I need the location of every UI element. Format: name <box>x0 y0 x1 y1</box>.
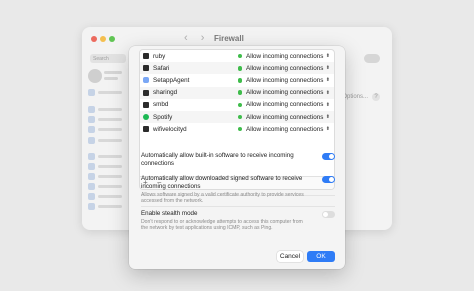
help-button[interactable]: ? <box>372 93 380 101</box>
account-detail-placeholder <box>104 77 118 80</box>
terminal-icon <box>143 65 149 72</box>
back-chevron-icon[interactable]: ‹ <box>184 32 188 44</box>
setting-stealth-title: Enable stealth mode <box>141 210 198 217</box>
divider <box>141 206 335 207</box>
app-row[interactable]: SetappAgent Allow incoming connections ⬍ <box>140 74 334 86</box>
setting-builtin-title: Automatically allow built-in software to… <box>141 152 294 167</box>
setting-signed-software: Automatically allow downloaded signed so… <box>141 175 335 205</box>
connection-select[interactable]: Allow incoming connections ⬍ <box>246 53 330 60</box>
window-title: Firewall <box>214 34 244 43</box>
forward-chevron-icon[interactable]: › <box>201 32 205 44</box>
navigation-arrows: ‹ › <box>184 32 214 44</box>
sidebar-item[interactable] <box>88 193 126 200</box>
status-dot-icon <box>237 126 242 132</box>
zoom-window-button[interactable] <box>109 36 115 42</box>
connection-select[interactable]: Allow incoming connections ⬍ <box>246 65 330 72</box>
sidebar-search-input[interactable]: Search <box>90 54 126 63</box>
signed-software-toggle[interactable] <box>322 176 335 183</box>
setting-stealth-description: Don't respond to or acknowledge attempts… <box>141 219 303 232</box>
terminal-icon <box>143 89 149 96</box>
sidebar-item[interactable] <box>88 183 126 190</box>
sidebar-item[interactable] <box>88 89 126 96</box>
stealth-mode-toggle[interactable] <box>322 211 335 218</box>
terminal-icon <box>143 126 149 133</box>
setting-signed-title: Automatically allow downloaded signed so… <box>141 175 303 190</box>
options-button[interactable]: Options... <box>342 94 368 100</box>
updown-chevron-icon: ⬍ <box>325 89 330 96</box>
app-row[interactable]: Safari Allow incoming connections ⬍ <box>140 62 334 75</box>
sidebar-item[interactable] <box>88 203 126 210</box>
connection-select-value: Allow incoming connections <box>246 64 324 72</box>
connection-select[interactable]: Allow incoming connections ⬍ <box>246 89 330 96</box>
terminal-icon <box>143 101 149 108</box>
app-name: Spotify <box>153 113 173 121</box>
firewall-toggle[interactable] <box>364 54 380 63</box>
status-dot-icon <box>237 53 242 59</box>
account-name-placeholder <box>104 71 122 74</box>
minimize-window-button[interactable] <box>100 36 106 42</box>
setapp-icon <box>143 77 149 84</box>
close-window-button[interactable] <box>91 36 97 42</box>
updown-chevron-icon: ⬍ <box>325 53 330 60</box>
app-row[interactable]: sharingd Allow incoming connections ⬍ <box>140 86 334 99</box>
status-dot-icon <box>237 90 242 95</box>
updown-chevron-icon: ⬍ <box>325 126 330 133</box>
connection-select-value: Allow incoming connections <box>246 76 324 84</box>
status-dot-icon <box>237 114 242 120</box>
setting-stealth-mode: Enable stealth mode Don't respond to or … <box>141 210 335 232</box>
connection-select-value: Allow incoming connections <box>246 89 324 97</box>
status-dot-icon <box>237 78 242 83</box>
cancel-button[interactable]: Cancel <box>277 251 303 262</box>
app-row[interactable]: ruby Allow incoming connections ⬍ <box>140 50 334 62</box>
app-row[interactable]: Spotify Allow incoming connections ⬍ <box>140 110 334 124</box>
avatar[interactable] <box>88 69 102 83</box>
sidebar-item[interactable] <box>88 106 126 113</box>
connection-select-value: Allow incoming connections <box>246 125 324 133</box>
status-dot-icon <box>237 66 242 71</box>
spotify-icon <box>143 114 149 121</box>
app-name: Safari <box>153 64 170 72</box>
sidebar: Search <box>82 49 128 230</box>
app-row[interactable]: smbd Allow incoming connections ⬍ <box>140 99 334 111</box>
setting-signed-description: Allows software signed by a valid certif… <box>141 192 304 205</box>
updown-chevron-icon: ⬍ <box>325 65 330 72</box>
app-name: ruby <box>153 52 166 60</box>
sidebar-item[interactable] <box>88 173 126 180</box>
app-name: sharingd <box>153 89 178 97</box>
sidebar-item[interactable] <box>88 153 126 160</box>
updown-chevron-icon: ⬍ <box>325 101 330 108</box>
app-row[interactable]: wifivelocityd Allow incoming connections ⬍ <box>140 123 334 135</box>
builtin-software-toggle[interactable] <box>322 153 335 160</box>
ok-button[interactable]: OK <box>307 251 335 262</box>
updown-chevron-icon: ⬍ <box>325 77 330 84</box>
app-name: SetappAgent <box>153 76 190 84</box>
connection-select-value: Allow incoming connections <box>246 113 324 121</box>
sidebar-item[interactable] <box>88 126 126 133</box>
terminal-icon <box>143 53 149 60</box>
connection-select[interactable]: Allow incoming connections ⬍ <box>246 114 330 121</box>
connection-select-value: Allow incoming connections <box>246 101 324 109</box>
app-name: wifivelocityd <box>153 125 187 133</box>
connection-select[interactable]: Allow incoming connections ⬍ <box>246 77 330 84</box>
connection-select[interactable]: Allow incoming connections ⬍ <box>246 101 330 108</box>
sidebar-item[interactable] <box>88 116 126 123</box>
sidebar-item[interactable] <box>88 163 126 170</box>
app-name: smbd <box>153 101 169 109</box>
setting-builtin-software: Automatically allow built-in software to… <box>141 152 335 168</box>
updown-chevron-icon: ⬍ <box>325 114 330 121</box>
firewall-options-sheet: ruby Allow incoming connections ⬍ Safari All… <box>129 46 345 269</box>
app-list: ruby Allow incoming connections ⬍ Safari All… <box>139 49 335 190</box>
connection-select-value: Allow incoming connections <box>246 52 324 60</box>
status-dot-icon <box>237 102 242 108</box>
app-rows: ruby Allow incoming connections ⬍ Safari All… <box>140 50 334 135</box>
sidebar-item[interactable] <box>88 137 126 144</box>
connection-select[interactable]: Allow incoming connections ⬍ <box>246 126 330 133</box>
